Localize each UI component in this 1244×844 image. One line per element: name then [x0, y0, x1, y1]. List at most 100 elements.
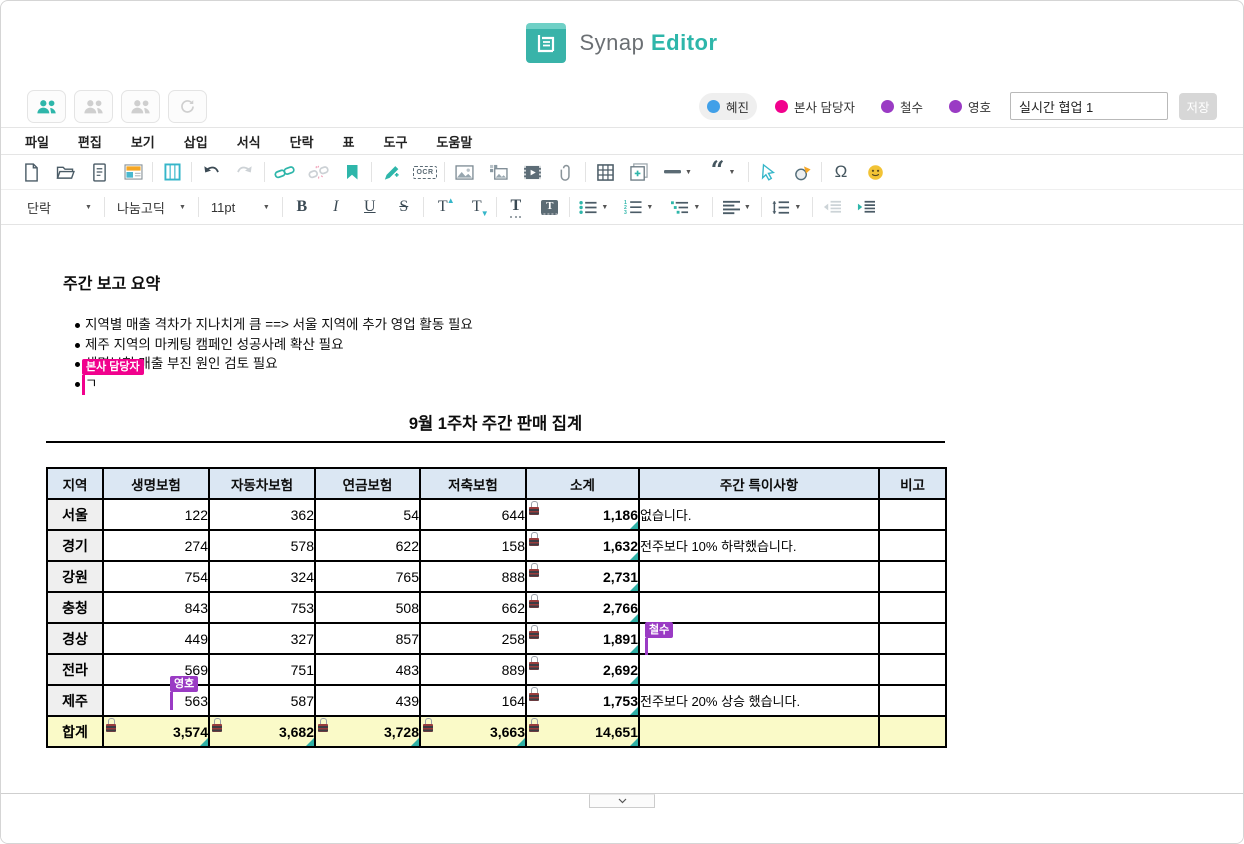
menu-help[interactable]: 도움말: [436, 132, 472, 151]
bullet-item-1[interactable]: 지역별 매출 격차가 지나치게 큼 ==> 서울 지역에 추가 영업 활동 필요: [52, 315, 945, 335]
value-cell[interactable]: 662: [420, 592, 526, 623]
region-cell[interactable]: 충청: [47, 592, 103, 623]
weekly-sales-table[interactable]: 지역생명보험자동차보험연금보험저축보험소계주간 특이사항비고 서울1223625…: [46, 467, 947, 748]
document-editing-area[interactable]: 주간 보고 요약 지역별 매출 격차가 지나치게 큼 ==> 서울 지역에 추가…: [1, 225, 1243, 795]
value-cell[interactable]: 327: [209, 623, 315, 654]
page-layout-button[interactable]: [155, 159, 189, 185]
bullet-item-2[interactable]: 제주 지역의 마케팅 캠페인 성공사례 확산 필요: [52, 335, 945, 355]
italic-button[interactable]: I: [319, 194, 353, 220]
quote-button[interactable]: “▼: [700, 159, 746, 185]
value-cell[interactable]: 563영호: [103, 685, 209, 716]
region-cell[interactable]: 제주: [47, 685, 103, 716]
subtotal-cell[interactable]: 1,632: [526, 530, 639, 561]
value-cell[interactable]: 158: [420, 530, 526, 561]
document-info-button[interactable]: [82, 159, 116, 185]
value-cell[interactable]: 888: [420, 561, 526, 592]
insert-frame-button[interactable]: [622, 159, 656, 185]
value-cell[interactable]: 122: [103, 499, 209, 530]
value-cell[interactable]: 324: [209, 561, 315, 592]
remove-link-button[interactable]: [301, 159, 335, 185]
save-button[interactable]: 저장: [1179, 93, 1217, 120]
value-cell[interactable]: 587: [209, 685, 315, 716]
remark-cell[interactable]: [879, 654, 946, 685]
region-cell[interactable]: 강원: [47, 561, 103, 592]
collab-users-button-3[interactable]: [121, 90, 160, 123]
note-cell[interactable]: 없습니다.: [639, 499, 879, 530]
align-button[interactable]: ▼: [715, 194, 759, 220]
bullet-list-button[interactable]: ▼: [572, 194, 616, 220]
font-color-button[interactable]: T: [499, 194, 533, 220]
horizontal-line-button[interactable]: ▼: [656, 159, 700, 185]
multilevel-list-button[interactable]: ▼: [662, 194, 710, 220]
insert-video-button[interactable]: [515, 159, 549, 185]
note-cell[interactable]: 철수: [639, 623, 879, 654]
menu-paragraph[interactable]: 단락: [290, 132, 314, 151]
bullet-item-4[interactable]: ㄱ: [52, 374, 945, 394]
region-cell[interactable]: 경기: [47, 530, 103, 561]
report-heading[interactable]: 주간 보고 요약: [63, 225, 945, 294]
outdent-button[interactable]: [815, 194, 849, 220]
collapse-panel-tab[interactable]: [589, 794, 655, 808]
document-name-input[interactable]: [1010, 92, 1168, 120]
note-cell[interactable]: 전주보다 20% 상승 했습니다.: [639, 685, 879, 716]
subtotal-cell[interactable]: 1,186: [526, 499, 639, 530]
attach-file-button[interactable]: [549, 159, 583, 185]
table-title[interactable]: 9월 1주차 주간 판매 집계: [46, 410, 945, 443]
indent-button[interactable]: [849, 194, 883, 220]
bookmark-button[interactable]: [335, 159, 369, 185]
value-cell[interactable]: 258: [420, 623, 526, 654]
special-character-button[interactable]: Ω: [824, 159, 858, 185]
superscript-button[interactable]: T▲: [426, 194, 460, 220]
emoji-button[interactable]: [858, 159, 892, 185]
region-cell[interactable]: 전라: [47, 654, 103, 685]
image-collection-button[interactable]: [481, 159, 515, 185]
note-cell[interactable]: [639, 561, 879, 592]
collab-sync-button[interactable]: [168, 90, 207, 123]
collab-users-button-2[interactable]: [74, 90, 113, 123]
bullet-item-3[interactable]: 생명보험 매출 부진 원인 검토 필요: [52, 354, 945, 374]
summary-bullet-list[interactable]: 지역별 매출 격차가 지나치게 큼 ==> 서울 지역에 추가 영업 활동 필요…: [52, 315, 945, 393]
new-document-button[interactable]: [14, 159, 48, 185]
insert-table-button[interactable]: [588, 159, 622, 185]
paragraph-style-select[interactable]: 단락▼: [17, 198, 102, 217]
value-cell[interactable]: 578: [209, 530, 315, 561]
value-cell[interactable]: 857: [315, 623, 420, 654]
note-cell[interactable]: [639, 592, 879, 623]
menu-file[interactable]: 파일: [25, 132, 49, 151]
numbered-list-button[interactable]: 123▼: [616, 194, 662, 220]
subtotal-cell[interactable]: 1,891: [526, 623, 639, 654]
remark-cell[interactable]: [879, 685, 946, 716]
menu-edit[interactable]: 편집: [78, 132, 102, 151]
shape-tool-button[interactable]: [785, 159, 819, 185]
open-document-button[interactable]: [48, 159, 82, 185]
collab-users-active-button[interactable]: [27, 90, 66, 123]
value-cell[interactable]: 751: [209, 654, 315, 685]
note-cell[interactable]: 전주보다 10% 하락했습니다.: [639, 530, 879, 561]
select-tool-button[interactable]: [751, 159, 785, 185]
value-cell[interactable]: 164: [420, 685, 526, 716]
subtotal-cell[interactable]: 2,731: [526, 561, 639, 592]
value-cell[interactable]: 765: [315, 561, 420, 592]
subtotal-cell[interactable]: 2,692: [526, 654, 639, 685]
value-cell[interactable]: 483: [315, 654, 420, 685]
ocr-button[interactable]: OCR: [408, 159, 442, 185]
subtotal-cell[interactable]: 1,753: [526, 685, 639, 716]
value-cell[interactable]: 3,663: [420, 716, 526, 747]
value-cell[interactable]: 274: [103, 530, 209, 561]
smart-edit-button[interactable]: [374, 159, 408, 185]
insert-image-button[interactable]: [447, 159, 481, 185]
highlight-color-button[interactable]: T: [533, 194, 567, 220]
insert-link-button[interactable]: [267, 159, 301, 185]
value-cell[interactable]: 3,682: [209, 716, 315, 747]
line-spacing-button[interactable]: ▼: [764, 194, 810, 220]
value-cell[interactable]: 54: [315, 499, 420, 530]
region-cell[interactable]: 서울: [47, 499, 103, 530]
remark-cell[interactable]: [879, 716, 946, 747]
template-button[interactable]: [116, 159, 150, 185]
menu-insert[interactable]: 삽입: [184, 132, 208, 151]
subscript-button[interactable]: T▼: [460, 194, 494, 220]
region-cell[interactable]: 경상: [47, 623, 103, 654]
value-cell[interactable]: 843: [103, 592, 209, 623]
font-family-select[interactable]: 나눔고딕▼: [107, 198, 196, 217]
undo-button[interactable]: [194, 159, 228, 185]
